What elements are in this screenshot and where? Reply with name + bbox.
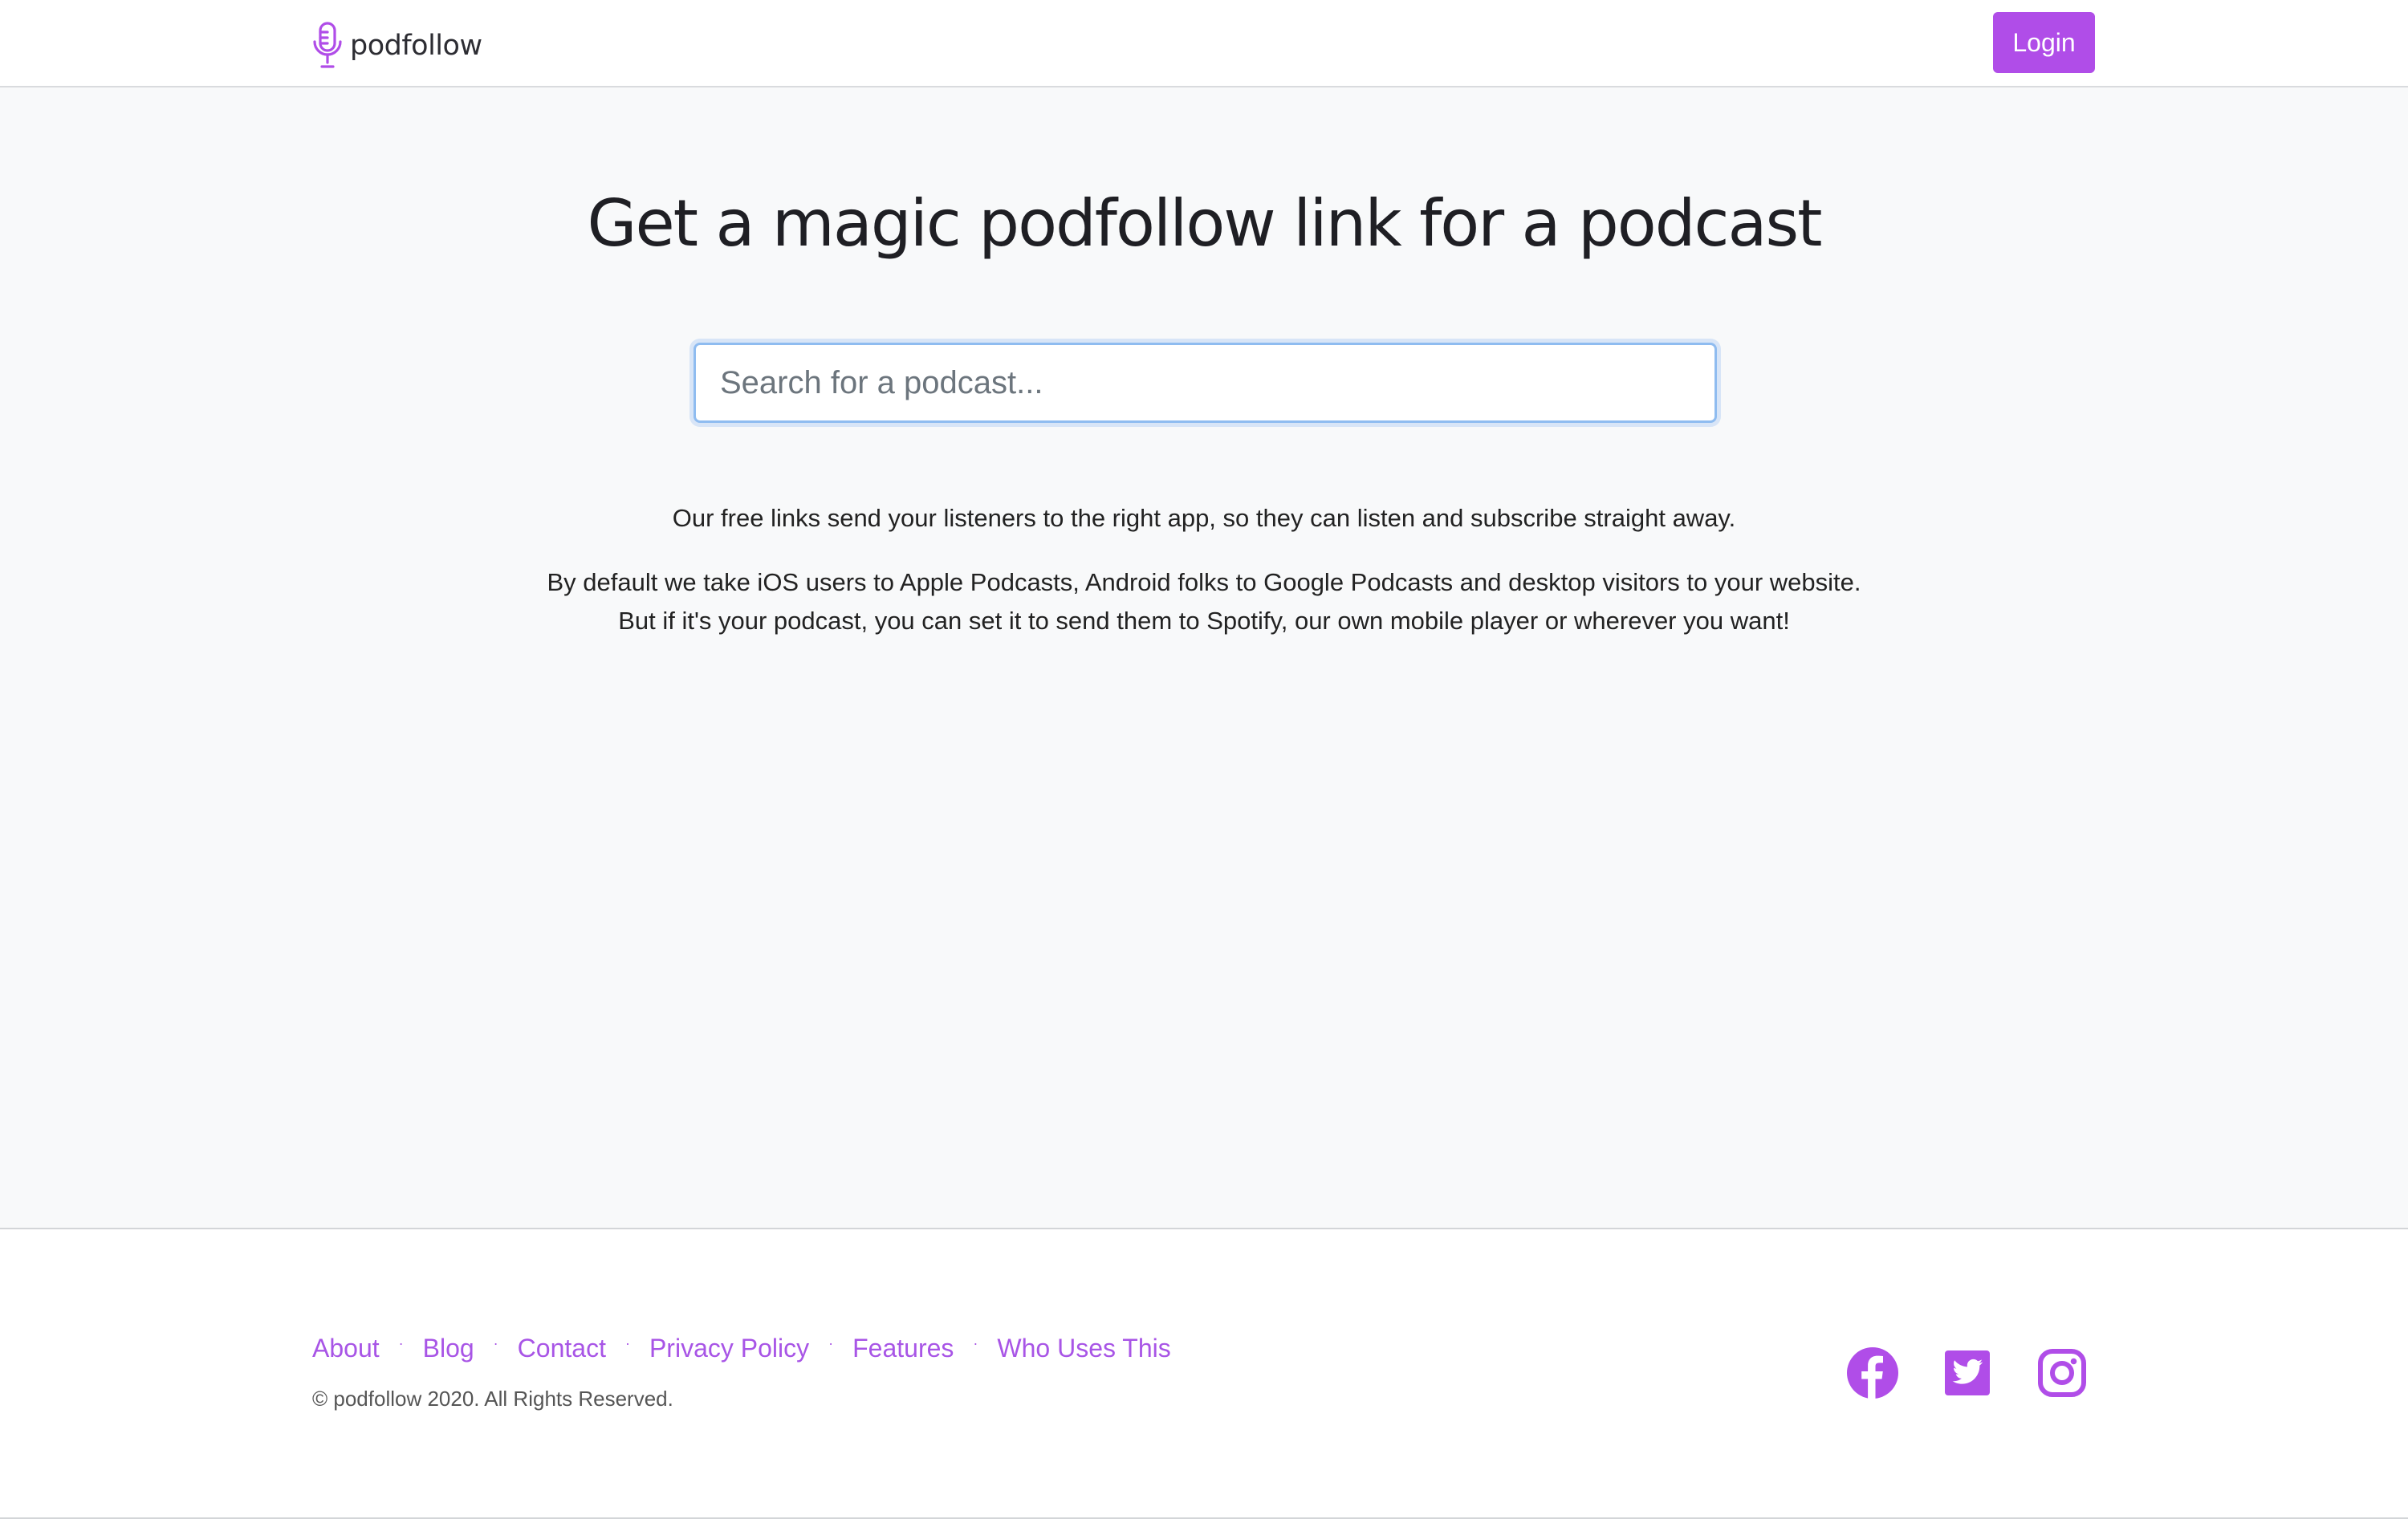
description-details-line-1: By default we take iOS users to Apple Po…	[547, 568, 1861, 596]
login-button[interactable]: Login	[1993, 12, 2095, 73]
microphone-icon	[313, 22, 342, 68]
footer-link-contact[interactable]: Contact	[518, 1334, 606, 1363]
footer-link-blog[interactable]: Blog	[423, 1334, 474, 1363]
top-navbar: podfollow Login	[0, 0, 2408, 87]
page-title: Get a magic podfollow link for a podcast	[587, 186, 1822, 261]
footer-link-about[interactable]: About	[312, 1334, 380, 1363]
facebook-link[interactable]	[1846, 1346, 1899, 1399]
footer-nav: About · Blog · Contact · Privacy Policy …	[312, 1334, 1171, 1363]
twitter-icon	[1945, 1350, 1990, 1395]
facebook-icon	[1847, 1347, 1898, 1399]
footer-separator: ·	[624, 1335, 630, 1351]
footer-link-privacy-policy[interactable]: Privacy Policy	[649, 1334, 809, 1363]
description-intro: Our free links send your listeners to th…	[672, 504, 1736, 532]
footer-separator: ·	[828, 1335, 834, 1351]
description-details: By default we take iOS users to Apple Po…	[0, 563, 2408, 640]
copyright-notice: © podfollow 2020. All Rights Reserved.	[312, 1387, 673, 1411]
footer-separator: ·	[973, 1335, 978, 1351]
instagram-icon	[2038, 1349, 2086, 1397]
footer-separator: ·	[493, 1335, 498, 1351]
main-content: Get a magic podfollow link for a podcast…	[0, 89, 2408, 1228]
footer-link-features[interactable]: Features	[852, 1334, 954, 1363]
podcast-search-input[interactable]	[694, 343, 1717, 423]
brand-logo-link[interactable]: podfollow	[311, 21, 482, 71]
twitter-link[interactable]	[1941, 1346, 1994, 1399]
footer-link-who-uses-this[interactable]: Who Uses This	[997, 1334, 1170, 1363]
description-details-line-2: But if it's your podcast, you can set it…	[618, 607, 1790, 635]
brand-name: podfollow	[350, 29, 482, 62]
footer-separator: ·	[398, 1335, 404, 1351]
instagram-link[interactable]	[2036, 1346, 2089, 1399]
page-footer: About · Blog · Contact · Privacy Policy …	[0, 1228, 2408, 1519]
